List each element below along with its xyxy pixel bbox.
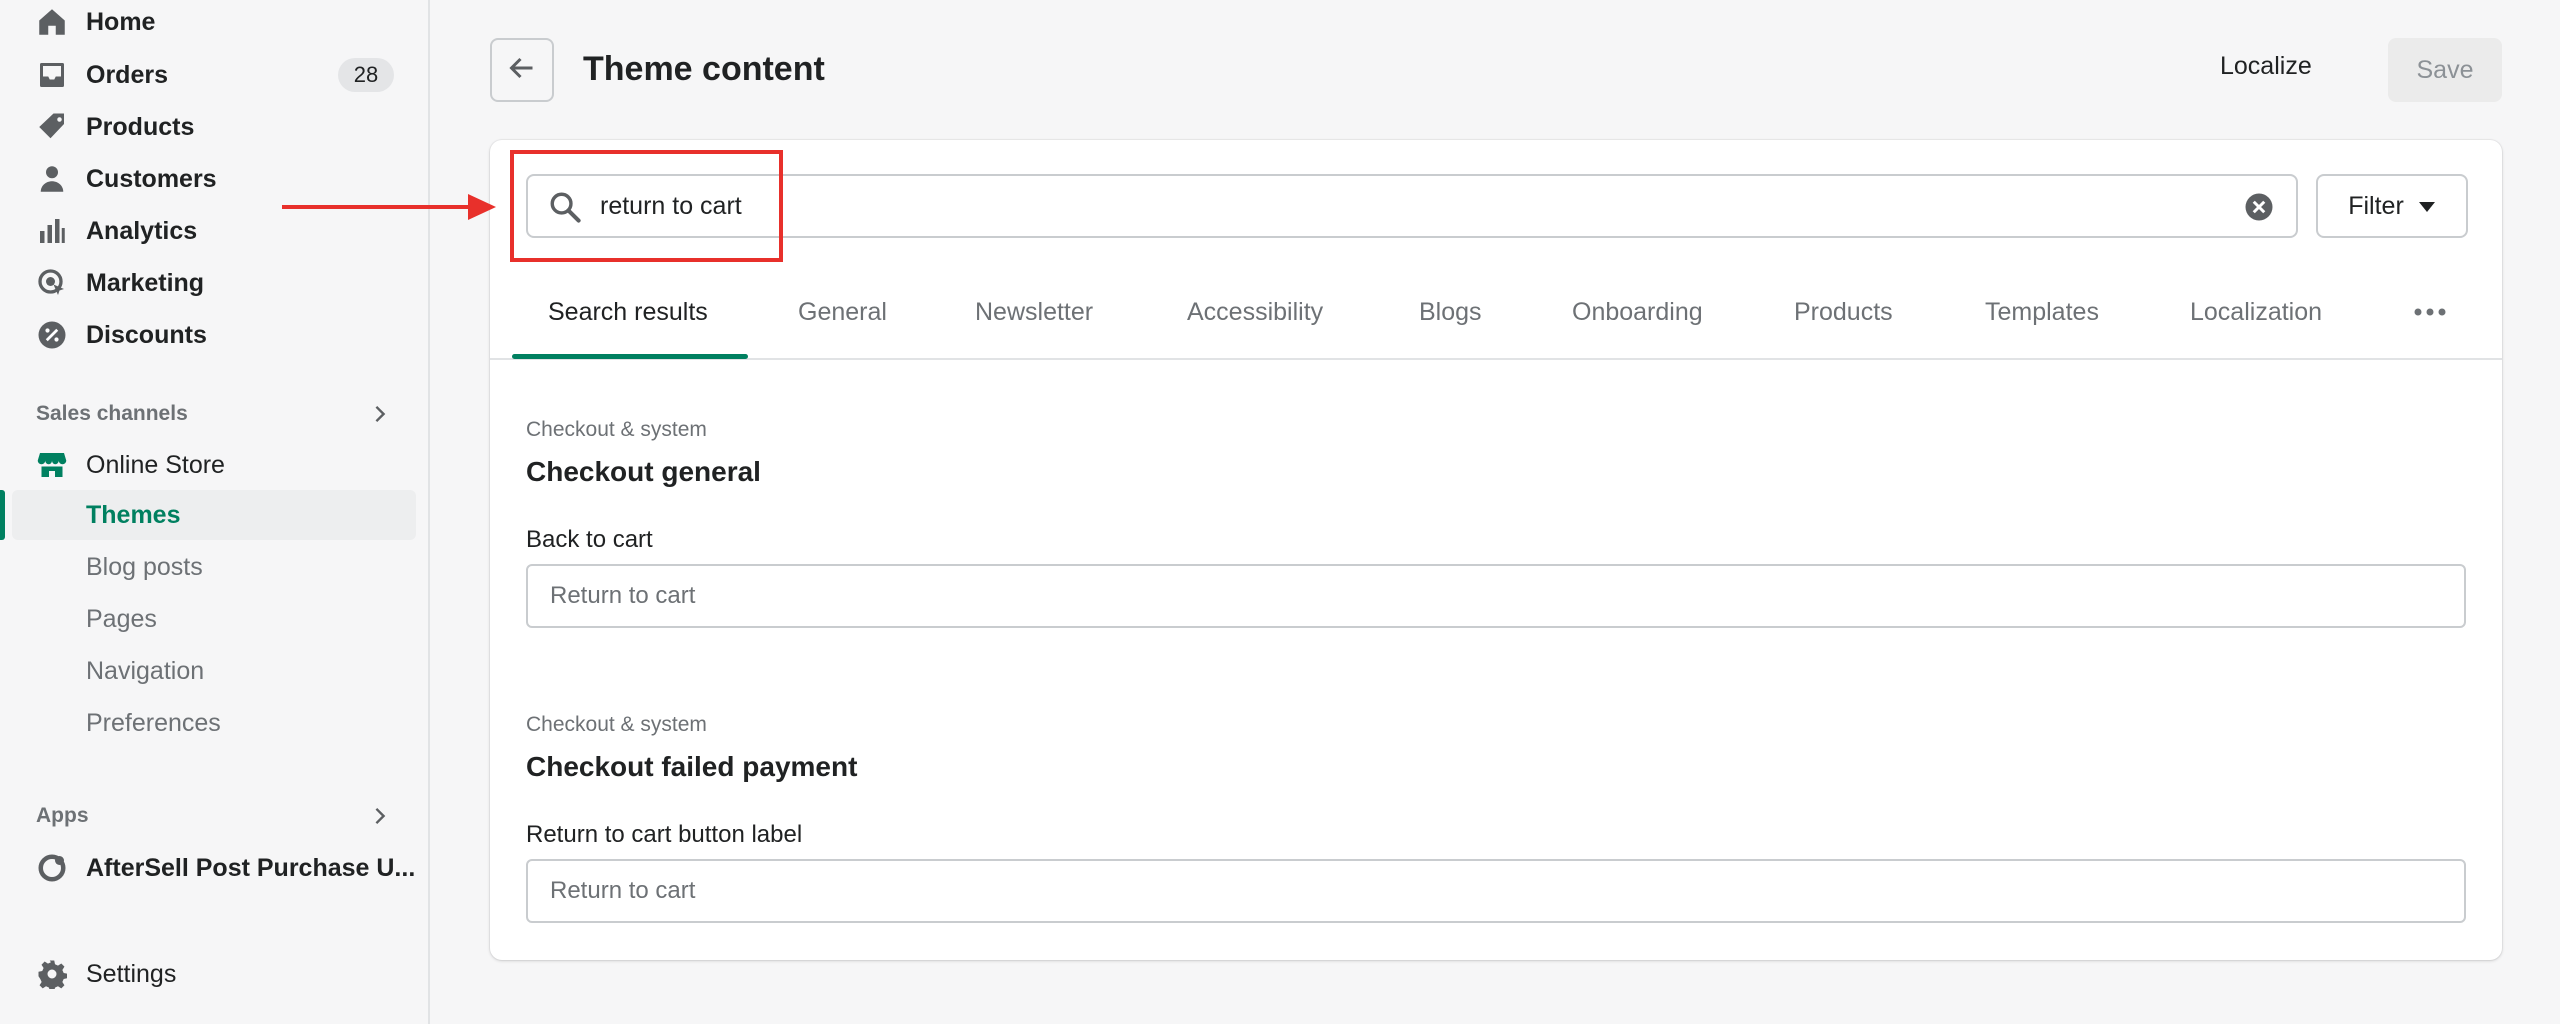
search-input[interactable]: return to cart bbox=[526, 174, 2298, 238]
sidebar-subitem-preferences[interactable]: Preferences bbox=[0, 698, 416, 748]
arrow-left-icon bbox=[507, 53, 537, 88]
sidebar-item-label: Products bbox=[86, 112, 195, 141]
sidebar-item-marketing[interactable]: Marketing bbox=[0, 258, 416, 308]
bar-chart-icon bbox=[36, 215, 68, 247]
marketing-icon bbox=[36, 267, 68, 299]
sidebar-item-label: Online Store bbox=[86, 450, 225, 479]
tab-templates[interactable]: Templates bbox=[1985, 264, 2099, 360]
filter-button[interactable]: Filter bbox=[2316, 174, 2468, 238]
sidebar-subitem-pages[interactable]: Pages bbox=[0, 594, 416, 644]
tab-products[interactable]: Products bbox=[1794, 264, 1893, 360]
sidebar-item-settings[interactable]: Settings bbox=[0, 949, 416, 999]
tag-icon bbox=[36, 111, 68, 143]
sidebar-item-label: Navigation bbox=[86, 656, 205, 685]
tab-newsletter[interactable]: Newsletter bbox=[975, 264, 1093, 360]
home-icon bbox=[36, 6, 68, 38]
sidebar-subitem-navigation[interactable]: Navigation bbox=[0, 646, 416, 696]
sidebar-item-label: Preferences bbox=[86, 708, 221, 737]
theme-content-card: return to cart Filter Search results Gen… bbox=[490, 140, 2502, 960]
sidebar-item-products[interactable]: Products bbox=[0, 102, 416, 152]
result-title: Checkout failed payment bbox=[526, 751, 858, 782]
sidebar-item-label: Themes bbox=[86, 500, 181, 529]
person-icon bbox=[36, 163, 68, 195]
field-label: Return to cart button label bbox=[526, 821, 803, 848]
sidebar-item-label: Settings bbox=[86, 959, 177, 988]
tab-accessibility[interactable]: Accessibility bbox=[1187, 264, 1323, 360]
save-button[interactable]: Save bbox=[2388, 38, 2502, 102]
sidebar-subitem-themes[interactable]: Themes bbox=[12, 490, 416, 540]
sidebar-item-home[interactable]: Home bbox=[0, 0, 416, 47]
tab-blogs[interactable]: Blogs bbox=[1419, 264, 1482, 360]
chevron-right-icon[interactable] bbox=[368, 804, 392, 828]
sidebar-item-label: Pages bbox=[86, 604, 157, 633]
sidebar-item-label: Blog posts bbox=[86, 552, 203, 581]
active-tab-indicator bbox=[512, 354, 748, 359]
more-horizontal-icon[interactable] bbox=[2412, 300, 2448, 324]
sidebar-item-label: Analytics bbox=[86, 216, 198, 245]
orders-icon bbox=[36, 59, 68, 91]
back-button[interactable] bbox=[490, 38, 554, 102]
apps-header: Apps bbox=[36, 804, 89, 827]
caret-down-icon bbox=[2418, 192, 2436, 221]
app-icon bbox=[36, 852, 68, 884]
result-category: Checkout & system bbox=[526, 713, 707, 736]
chevron-right-icon[interactable] bbox=[368, 402, 392, 426]
tab-general[interactable]: General bbox=[798, 264, 887, 360]
result-title: Checkout general bbox=[526, 456, 761, 487]
sidebar-item-label: Customers bbox=[86, 164, 217, 193]
gear-icon bbox=[36, 958, 68, 990]
return-to-cart-button-label-field[interactable] bbox=[526, 859, 2466, 923]
sidebar-item-orders[interactable]: Orders 28 bbox=[0, 50, 416, 100]
result-category: Checkout & system bbox=[526, 418, 707, 441]
sidebar-item-label: Orders bbox=[86, 60, 168, 89]
localize-button[interactable]: Localize bbox=[2220, 52, 2312, 81]
sidebar-item-discounts[interactable]: Discounts bbox=[0, 310, 416, 360]
sidebar-item-label: Marketing bbox=[86, 268, 205, 297]
sales-channels-header: Sales channels bbox=[36, 402, 188, 425]
sidebar-item-aftersell-app[interactable]: AfterSell Post Purchase U... bbox=[0, 843, 416, 893]
store-icon bbox=[36, 449, 68, 481]
tab-bar: Search results General Newsletter Access… bbox=[490, 264, 2502, 360]
filter-label: Filter bbox=[2348, 191, 2404, 220]
sidebar-item-label: Discounts bbox=[86, 320, 207, 349]
sidebar-subitem-blog-posts[interactable]: Blog posts bbox=[0, 542, 416, 592]
discount-icon bbox=[36, 319, 68, 351]
tab-search-results[interactable]: Search results bbox=[548, 264, 708, 360]
annotation-highlight-box bbox=[510, 150, 783, 262]
clear-search-icon[interactable] bbox=[2244, 192, 2274, 222]
sidebar-item-label: AfterSell Post Purchase U... bbox=[86, 853, 416, 882]
sidebar: Home Orders 28 Products Customers Analyt… bbox=[0, 0, 430, 1024]
sidebar-item-label: Home bbox=[86, 7, 156, 36]
page-title: Theme content bbox=[583, 50, 825, 88]
sidebar-item-online-store[interactable]: Online Store bbox=[0, 440, 416, 490]
back-to-cart-field[interactable] bbox=[526, 564, 2466, 628]
orders-count-badge: 28 bbox=[338, 58, 394, 92]
annotation-arrow bbox=[282, 194, 496, 220]
active-indicator bbox=[0, 490, 5, 540]
tab-localization[interactable]: Localization bbox=[2190, 264, 2322, 360]
tab-onboarding[interactable]: Onboarding bbox=[1572, 264, 1703, 360]
field-label: Back to cart bbox=[526, 526, 653, 553]
